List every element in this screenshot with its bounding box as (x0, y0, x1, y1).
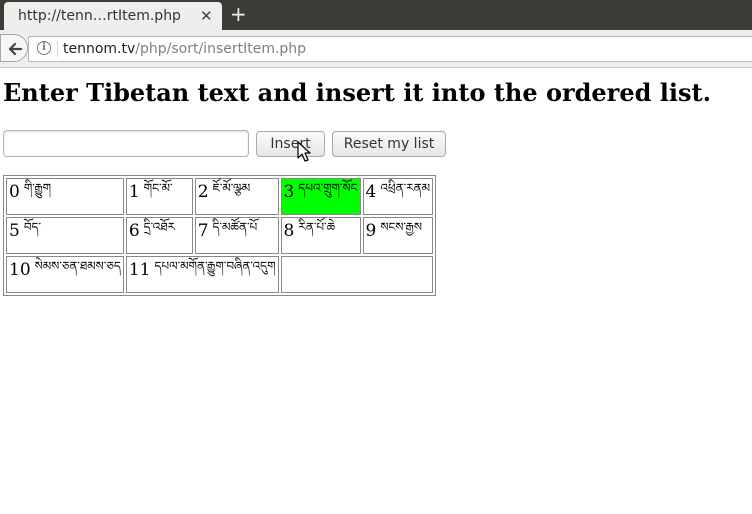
url-host: tennom.tv (63, 41, 136, 57)
item-text: དི་མཚོན་པོ (212, 219, 258, 234)
item-text: བོད་ (23, 219, 41, 234)
item-text: གོང་མོ་ (143, 180, 173, 195)
item-text: སངས་རྒྱས (380, 219, 422, 234)
tibetan-text-input[interactable] (3, 130, 249, 157)
item-index: 9 (365, 220, 377, 241)
page-title: Enter Tibetan text and insert it into th… (3, 78, 711, 107)
empty-cell (280, 256, 434, 293)
list-item: 9 སངས་རྒྱས (362, 217, 434, 254)
table-row: 0 གི་རྒྱུག 1 གོང་མོ་ 2 ཇོ་མོ་ལྩམ 3 དཔའ་གྲུག་… (6, 178, 434, 215)
close-tab-icon[interactable]: ✕ (200, 7, 213, 25)
url-text: tennom.tv/php/sort/insertItem.php (63, 41, 306, 57)
insert-button[interactable]: Insert (256, 131, 325, 157)
item-index: 1 (128, 181, 140, 202)
back-button[interactable] (0, 34, 28, 62)
item-index: 11 (128, 259, 151, 280)
item-index: 7 (197, 220, 209, 241)
navigation-bar: i tennom.tv/php/sort/insertItem.php (0, 30, 752, 68)
ordered-list-table: 0 གི་རྒྱུག 1 གོང་མོ་ 2 ཇོ་མོ་ལྩམ 3 དཔའ་གྲུག་… (3, 175, 437, 296)
table-row: 5 བོད་ 6 དྲི་འཐོར 7 དི་མཚོན་པོ 8 རིན་པོ་ཆེ 9… (6, 217, 434, 254)
new-tab-icon[interactable]: + (230, 3, 247, 25)
reset-list-button[interactable]: Reset my list (332, 131, 446, 157)
list-item: 7 དི་མཚོན་པོ (194, 217, 279, 254)
item-text: གི་རྒྱུག (23, 180, 52, 195)
browser-tab-active[interactable]: http://tenn…rtItem.php ✕ (4, 2, 222, 30)
item-index: 5 (9, 220, 20, 241)
browser-tab-strip: http://tenn…rtItem.php ✕ + (0, 0, 752, 30)
list-item: 6 དྲི་འཐོར (125, 217, 193, 254)
item-index: 3 (283, 181, 295, 202)
item-text: འཕྲིན་རནམ (380, 180, 431, 195)
table-row: 10 སེམས་ཅན་ཐམས་ཅད 11 དཔལ་མགོན་རྒྱུག་བཞིན་འ… (6, 256, 434, 293)
item-text: དཔའ་གྲུག་སོང (298, 180, 358, 195)
item-text: དྲི་འཐོར (143, 219, 176, 234)
list-item: 5 བོད་ (6, 217, 124, 254)
item-index: 0 (9, 181, 20, 202)
address-bar[interactable]: i tennom.tv/php/sort/insertItem.php (28, 36, 752, 62)
list-item: 0 གི་རྒྱུག (6, 178, 124, 215)
mouse-cursor-icon (297, 141, 311, 162)
list-item: 11 དཔལ་མགོན་རྒྱུག་བཞིན་འདུག (125, 256, 279, 293)
item-text: དཔལ་མགོན་རྒྱུག་བཞིན་འདུག (154, 258, 276, 273)
item-text: ཇོ་མོ་ལྩམ (212, 180, 251, 195)
item-text: རིན་པོ་ཆེ (298, 219, 336, 234)
item-index: 8 (283, 220, 295, 241)
list-item: 1 གོང་མོ་ (125, 178, 193, 215)
list-item: 10 སེམས་ཅན་ཐམས་ཅད (6, 256, 124, 293)
list-item: 8 རིན་པོ་ཆེ (280, 217, 361, 254)
item-text: སེམས་ཅན་ཐམས་ཅད (34, 258, 121, 273)
item-index: 2 (197, 181, 209, 202)
back-arrow-icon (8, 42, 23, 56)
tab-title: http://tenn…rtItem.php (18, 8, 181, 24)
list-item: 4 འཕྲིན་རནམ (362, 178, 434, 215)
url-path: /php/sort/insertItem.php (135, 41, 307, 57)
item-index: 10 (9, 259, 31, 280)
list-item: 2 ཇོ་མོ་ལྩམ (194, 178, 279, 215)
address-bar-divider (57, 41, 58, 57)
list-item-highlighted: 3 དཔའ་གྲུག་སོང (280, 178, 361, 215)
item-index: 4 (365, 181, 377, 202)
item-index: 6 (128, 220, 140, 241)
info-icon[interactable]: i (37, 41, 51, 55)
